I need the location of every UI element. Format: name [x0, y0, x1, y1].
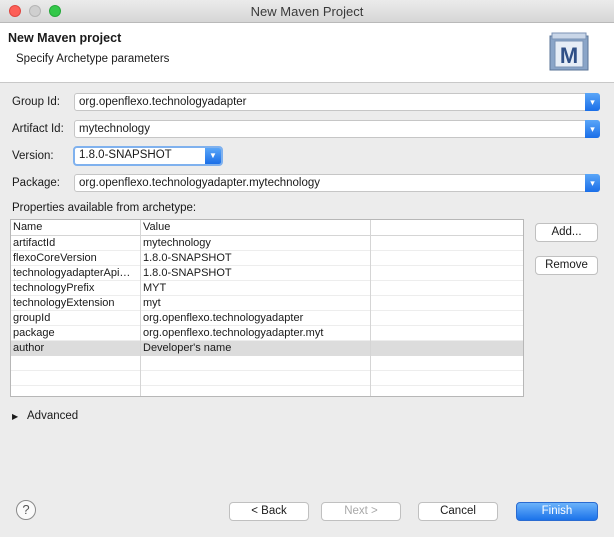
version-select[interactable]: 1.8.0-SNAPSHOT ▼	[73, 146, 223, 166]
artifact-id-value: mytechnology	[79, 123, 150, 135]
window-titlebar: New Maven Project	[0, 0, 614, 23]
package-label: Package:	[12, 177, 60, 189]
disclosure-triangle-icon[interactable]: ▶	[12, 412, 18, 421]
properties-label: Properties available from archetype:	[12, 202, 197, 214]
package-value: org.openflexo.technologyadapter.mytechno…	[79, 177, 321, 189]
table-header: Name Value	[11, 220, 523, 236]
version-label: Version:	[12, 150, 54, 162]
row-separator	[11, 370, 523, 371]
column-divider	[140, 220, 141, 396]
property-name-cell: groupId	[13, 312, 51, 324]
dropdown-arrow-icon[interactable]: ▾	[585, 174, 600, 192]
wizard-subtitle: Specify Archetype parameters	[16, 53, 170, 65]
maven-logo-icon: M	[549, 32, 589, 71]
property-name-cell: flexoCoreVersion	[13, 252, 97, 264]
wizard-title: New Maven project	[8, 31, 122, 45]
property-value-cell[interactable]: 1.8.0-SNAPSHOT	[143, 252, 368, 264]
property-name-cell: artifactId	[13, 237, 56, 249]
table-row[interactable]: technologyadapterApi… 1.8.0-SNAPSHOT	[11, 266, 523, 281]
window-title: New Maven Project	[250, 4, 364, 19]
property-value-cell[interactable]: Developer's name	[143, 342, 368, 354]
property-value-cell[interactable]: org.openflexo.technologyadapter	[143, 312, 368, 324]
wizard-header: New Maven project Specify Archetype para…	[0, 23, 614, 83]
remove-property-button[interactable]: Remove	[535, 256, 598, 275]
table-row[interactable]: flexoCoreVersion 1.8.0-SNAPSHOT	[11, 251, 523, 266]
finish-button[interactable]: Finish	[516, 502, 598, 521]
svg-text:M: M	[560, 43, 578, 68]
property-value-cell[interactable]: mytechnology	[143, 237, 368, 249]
property-name-cell: technologyPrefix	[13, 282, 95, 294]
property-name-cell: technologyadapterApi…	[13, 267, 131, 279]
dropdown-arrow-icon[interactable]: ▾	[585, 93, 600, 111]
table-row[interactable]: package org.openflexo.technologyadapter.m…	[11, 326, 523, 341]
add-property-button[interactable]: Add...	[535, 223, 598, 242]
property-name-cell: author	[13, 342, 45, 354]
table-row[interactable]: groupId org.openflexo.technologyadapter	[11, 311, 523, 326]
group-id-combo[interactable]: org.openflexo.technologyadapter ▾	[74, 93, 600, 111]
column-header-name[interactable]: Name	[13, 221, 42, 233]
version-value: 1.8.0-SNAPSHOT	[79, 149, 172, 161]
package-combo[interactable]: org.openflexo.technologyadapter.mytechno…	[74, 174, 600, 192]
property-value-cell[interactable]: 1.8.0-SNAPSHOT	[143, 267, 368, 279]
group-id-label: Group Id:	[12, 96, 60, 108]
property-name-cell: technologyExtension	[13, 297, 115, 309]
help-icon[interactable]: ?	[16, 500, 36, 520]
group-id-value: org.openflexo.technologyadapter	[79, 96, 247, 108]
table-row[interactable]: technologyPrefix MYT	[11, 281, 523, 296]
property-value-cell[interactable]: MYT	[143, 282, 368, 294]
dropdown-arrow-icon[interactable]: ▾	[585, 120, 600, 138]
artifact-id-combo[interactable]: mytechnology ▾	[74, 120, 600, 138]
property-value-cell[interactable]: org.openflexo.technologyadapter.myt	[143, 327, 368, 339]
table-row[interactable]: author Developer's name	[11, 341, 523, 356]
advanced-section-toggle[interactable]: Advanced	[27, 410, 78, 422]
back-button[interactable]: < Back	[229, 502, 309, 521]
row-separator	[11, 385, 523, 386]
table-row[interactable]: technologyExtension myt	[11, 296, 523, 311]
table-row[interactable]: artifactId mytechnology	[11, 236, 523, 251]
next-button: Next >	[321, 502, 401, 521]
property-name-cell: package	[13, 327, 55, 339]
cancel-button[interactable]: Cancel	[418, 502, 498, 521]
artifact-id-label: Artifact Id:	[12, 123, 64, 135]
column-header-value[interactable]: Value	[143, 221, 170, 233]
column-divider	[370, 220, 371, 396]
chevron-down-icon[interactable]: ▼	[205, 148, 221, 164]
properties-table[interactable]: Name Value artifactId mytechnology flexoCo…	[10, 219, 524, 397]
property-value-cell[interactable]: myt	[143, 297, 368, 309]
